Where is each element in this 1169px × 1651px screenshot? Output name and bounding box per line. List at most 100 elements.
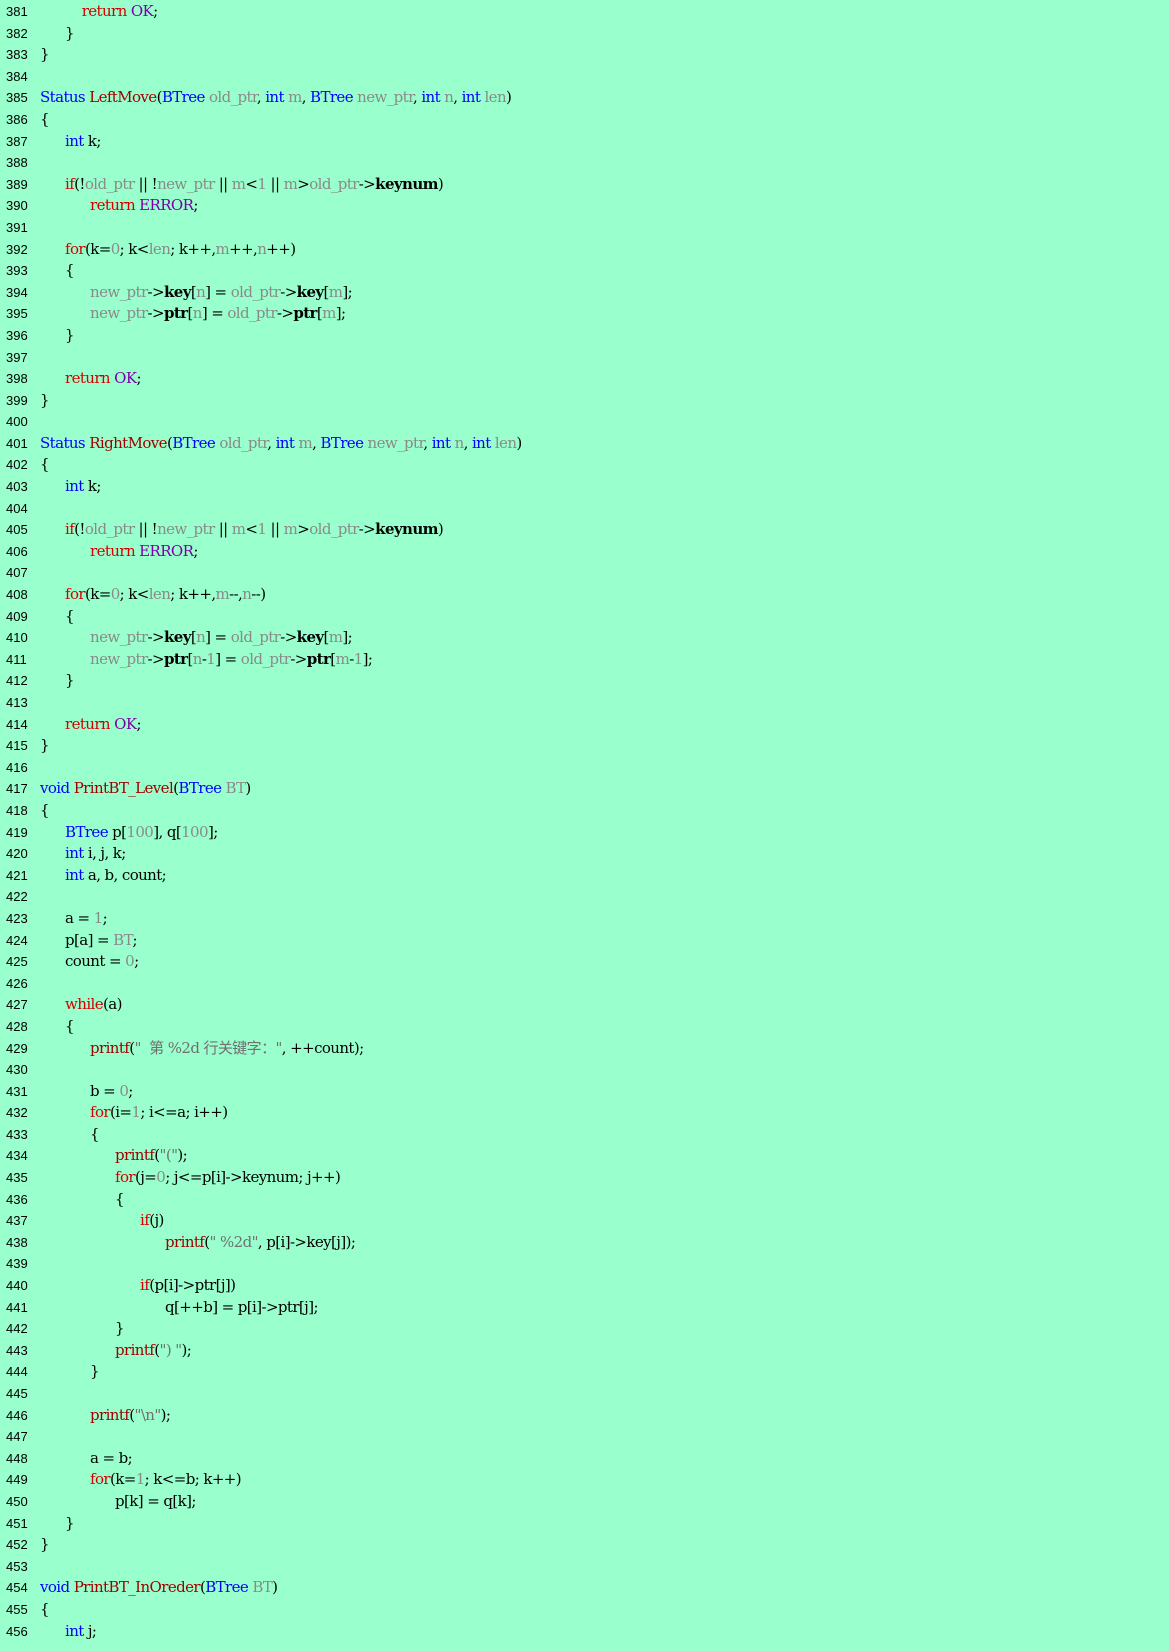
code-line: 400 <box>0 411 1169 433</box>
line-number: 421 <box>6 867 28 883</box>
code-token: BT <box>252 1578 273 1597</box>
code-text: int j; <box>40 1621 97 1643</box>
code-token: int <box>65 844 84 863</box>
line-number: 403 <box>6 479 28 495</box>
code-token: k; <box>83 477 102 496</box>
code-token: LeftMove <box>89 88 157 107</box>
code-token: } <box>40 390 50 409</box>
code-token: p[k] = q[k]; <box>40 1491 196 1510</box>
code-token: , <box>267 433 276 452</box>
code-token: ) <box>437 520 444 539</box>
code-token: ; <box>193 196 198 215</box>
code-token: a, b, count; <box>83 865 167 884</box>
code-token: m <box>215 585 230 604</box>
code-token: > <box>297 520 310 539</box>
code-token: m <box>322 304 336 323</box>
code-token: (k= <box>84 585 111 604</box>
code-token: (! <box>74 174 85 193</box>
code-line: 405 if(!old_ptr || !new_ptr || m<1 || m>… <box>0 519 1169 541</box>
line-number: 444 <box>6 1364 28 1380</box>
code-token: 0 <box>156 1168 166 1187</box>
line-number: 416 <box>6 759 28 775</box>
code-token: m <box>298 433 313 452</box>
code-line: 451 } <box>0 1513 1169 1535</box>
code-token: for <box>65 239 86 258</box>
code-token: ; <box>128 1081 133 1100</box>
code-token: -> <box>280 628 297 647</box>
code-line: 427 while(a) <box>0 994 1169 1016</box>
code-token: ptr <box>293 304 317 323</box>
code-token: ptr <box>163 649 188 668</box>
code-token: ] = <box>205 282 231 301</box>
code-token: || <box>214 520 232 539</box>
code-token: i, j, k; <box>83 844 126 863</box>
line-number: 443 <box>6 1342 28 1358</box>
code-text: if(!old_ptr || !new_ptr || m<1 || m>old_… <box>40 174 444 196</box>
code-text: while(a) <box>40 994 122 1016</box>
code-token: 0 <box>110 239 121 258</box>
line-number: 453 <box>6 1558 28 1574</box>
code-token: ); <box>181 1340 192 1359</box>
code-token: old_ptr <box>208 88 257 107</box>
code-text: new_ptr->ptr[n] = old_ptr->ptr[m]; <box>40 303 346 325</box>
code-token: > <box>297 174 310 193</box>
code-token: n <box>242 585 252 604</box>
code-text: return OK; <box>40 714 142 736</box>
code-text: return OK; <box>40 368 142 390</box>
code-token: (k= <box>109 1470 136 1489</box>
code-token: m <box>328 628 343 647</box>
code-line: 408 for(k=0; k<len; k++,m--,n--) <box>0 584 1169 606</box>
code-line: 401 Status RightMove(BTree old_ptr, int m… <box>0 433 1169 455</box>
line-number: 415 <box>6 738 28 754</box>
code-line: 419 BTree p[100], q[100]; <box>0 822 1169 844</box>
code-token: { <box>40 1016 75 1035</box>
code-token: ; k< <box>119 239 150 258</box>
line-number: 381 <box>6 4 28 19</box>
code-token: int <box>265 88 284 107</box>
code-token: k; <box>83 131 102 150</box>
code-line: 411 new_ptr->ptr[n-1] = old_ptr->ptr[m-1… <box>0 649 1169 671</box>
code-token: } <box>40 23 75 42</box>
code-text: Status RightMove(BTree old_ptr, int m, B… <box>40 433 522 455</box>
line-number: 417 <box>6 781 28 797</box>
code-token: , <box>256 88 266 107</box>
line-number: 442 <box>6 1321 28 1337</box>
code-line: 403 int k; <box>0 476 1169 498</box>
line-number: 455 <box>6 1601 28 1617</box>
code-token: ; <box>153 2 158 20</box>
code-token: key <box>163 628 191 647</box>
code-token: 1 <box>206 649 216 668</box>
code-token: ) <box>437 174 444 193</box>
code-token: BTree <box>178 779 222 798</box>
code-text: printf(") "); <box>40 1340 192 1362</box>
code-token: a = b; <box>40 1448 133 1467</box>
code-token: printf <box>115 1340 155 1359</box>
code-token: ]; <box>335 304 346 323</box>
code-token: } <box>40 1513 75 1532</box>
code-text: } <box>40 1534 50 1556</box>
code-token: int <box>65 131 84 150</box>
code-token: BTree <box>65 822 109 841</box>
code-token: m <box>231 174 246 193</box>
code-token: old_ptr <box>227 304 277 323</box>
code-token: ] = <box>215 649 241 668</box>
line-number: 447 <box>6 1429 28 1445</box>
code-token: old_ptr <box>309 174 359 193</box>
code-token: b = <box>40 1081 120 1100</box>
code-text: if(!old_ptr || !new_ptr || m<1 || m>old_… <box>40 519 444 541</box>
code-token: ; <box>136 369 141 388</box>
code-token: Status <box>40 88 86 107</box>
line-number: 450 <box>6 1493 28 1509</box>
code-text: } <box>40 670 75 692</box>
code-token: m <box>231 520 246 539</box>
code-line: 425 count = 0; <box>0 951 1169 973</box>
code-token: ; <box>134 952 139 971</box>
code-line: 438 printf(" %2d", p[i]->key[j]); <box>0 1232 1169 1254</box>
code-line: 412 } <box>0 670 1169 692</box>
